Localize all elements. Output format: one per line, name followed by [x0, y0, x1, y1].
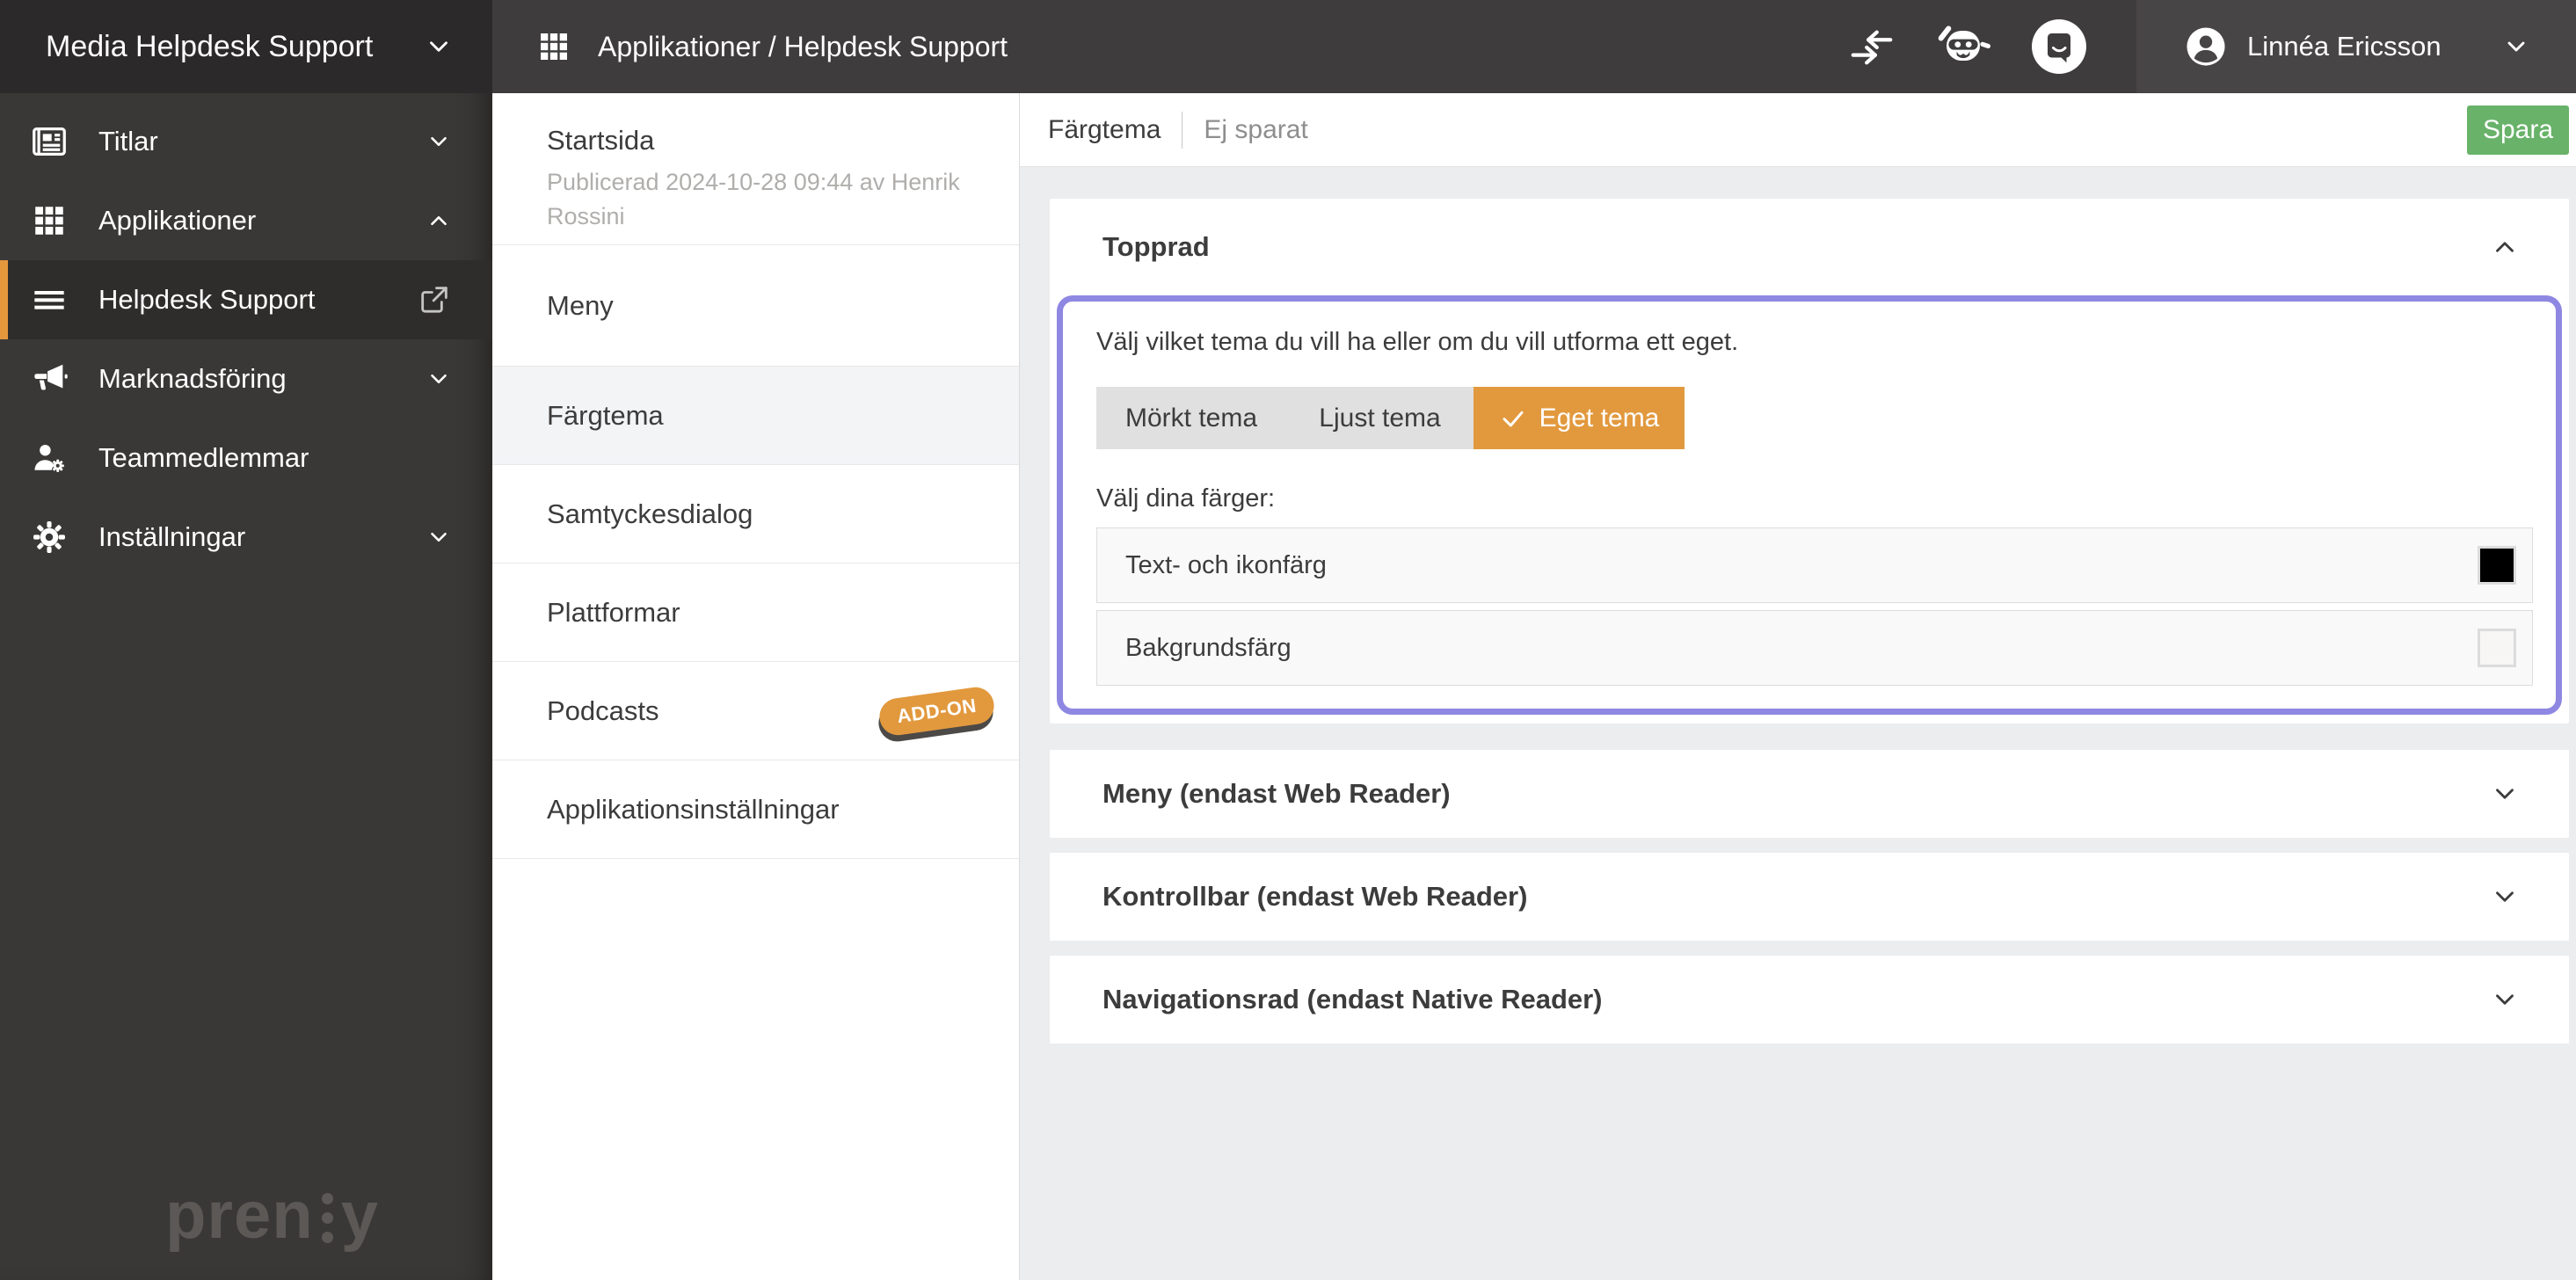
subnav-item-samtyckesdialog[interactable]: Samtyckesdialog: [492, 465, 1019, 564]
theme-description: Välj vilket tema du vill ha eller om du …: [1096, 328, 1739, 356]
page-title: Färgtema: [1048, 114, 1161, 144]
panel-kontrollbar-web-reader[interactable]: Kontrollbar (endast Web Reader): [1050, 853, 2569, 941]
check-icon: [1499, 404, 1527, 433]
workspace-switcher[interactable]: Media Helpdesk Support: [0, 0, 492, 93]
grid-icon: [536, 29, 571, 64]
subnav-item-plattformar[interactable]: Plattformar: [492, 564, 1019, 662]
workspace-name: Media Helpdesk Support: [46, 29, 374, 63]
sidebar-item-label: Helpdesk Support: [98, 284, 316, 315]
user-gear-icon: [0, 439, 98, 477]
theme-option-custom[interactable]: Eget tema: [1474, 387, 1685, 449]
subnav-item-startsida[interactable]: Startsida Publicerad 2024-10-28 09:44 av…: [492, 93, 1019, 245]
chevron-down-icon: [424, 32, 454, 62]
sidebar-item-applikationer[interactable]: Applikationer: [0, 181, 492, 260]
support-chat-icon[interactable]: [2031, 18, 2087, 75]
chevron-up-icon: [426, 207, 452, 234]
sidebar-item-installningar[interactable]: Inställningar: [0, 498, 492, 577]
main-sidebar: Media Helpdesk Support Titlar Applikatio…: [0, 0, 492, 1280]
grid-icon: [0, 202, 98, 239]
panel-meny-web-reader[interactable]: Meny (endast Web Reader): [1050, 750, 2569, 838]
color-row-background[interactable]: Bakgrundsfärg: [1096, 610, 2533, 686]
gear-icon: [0, 518, 98, 556]
chevron-down-icon: [426, 128, 452, 155]
highlighted-section: Välj vilket tema du vill ha eller om du …: [1057, 295, 2562, 715]
menu-lines-icon: [0, 282, 98, 317]
panel-navigationsrad-native-reader[interactable]: Navigationsrad (endast Native Reader): [1050, 956, 2569, 1044]
bot-icon[interactable]: [1934, 21, 1992, 72]
subnav-item-label: Samtyckesdialog: [547, 498, 753, 529]
subnav-item-label: Färgtema: [547, 399, 664, 431]
color-row-label: Text- och ikonfärg: [1125, 550, 1327, 579]
color-row-text-icon[interactable]: Text- och ikonfärg: [1096, 527, 2533, 603]
subnav-item-podcasts[interactable]: Podcasts ADD-ON: [492, 662, 1019, 760]
sidebar-item-helpdesk-support[interactable]: Helpdesk Support: [0, 260, 492, 339]
save-button[interactable]: Spara: [2467, 105, 2569, 155]
accordion-title: Kontrollbar (endast Web Reader): [1102, 881, 1528, 912]
theme-option-light[interactable]: Ljust tema: [1286, 387, 1474, 449]
publish-status: Publicerad 2024-10-28 09:44 av Henrik Ro…: [547, 169, 960, 229]
sidebar-item-label: Teammedlemmar: [98, 442, 309, 473]
subnav-item-label: Podcasts: [547, 695, 659, 726]
logo-text-pre: pren: [165, 1178, 314, 1253]
accordion-header-topprad[interactable]: Topprad: [1050, 199, 2569, 295]
sidebar-item-label: Inställningar: [98, 521, 246, 552]
subnav-item-applikationsinstallningar[interactable]: Applikationsinställningar: [492, 760, 1019, 859]
logo-text-post: y: [340, 1178, 379, 1253]
sidebar-item-marknadsforing[interactable]: Marknadsföring: [0, 339, 492, 418]
accordion-title: Meny (endast Web Reader): [1102, 778, 1451, 809]
chevron-down-icon: [426, 366, 452, 392]
save-status: Ej sparat: [1204, 114, 1308, 144]
addon-badge: ADD-ON: [877, 684, 997, 738]
chevron-down-icon: [2490, 985, 2520, 1015]
color-row-label: Bakgrundsfärg: [1125, 633, 1292, 662]
chevron-down-icon: [426, 524, 452, 550]
page-header: Färgtema Ej sparat Spara: [1020, 93, 2576, 167]
color-swatch-text-icon[interactable]: [2478, 546, 2516, 585]
chevron-up-icon: [2490, 232, 2520, 262]
chevron-down-icon: [2490, 779, 2520, 809]
megaphone-icon: [0, 359, 98, 399]
theme-option-dark[interactable]: Mörkt tema: [1096, 387, 1286, 449]
newspaper-icon: [0, 121, 98, 162]
topbar-icons: [1848, 18, 2087, 75]
theme-selector: Mörkt tema Ljust tema Eget tema: [1096, 387, 1685, 449]
collapse-arrows-icon[interactable]: [1848, 23, 1896, 70]
main-content: Färgtema Ej sparat Spara Topprad Välj vi…: [1020, 93, 2576, 1280]
app-section-nav: Startsida Publicerad 2024-10-28 09:44 av…: [492, 93, 1020, 1280]
color-swatch-background[interactable]: [2478, 629, 2516, 667]
sidebar-item-teammedlemmar[interactable]: Teammedlemmar: [0, 418, 492, 498]
chevron-down-icon: [2490, 882, 2520, 912]
sidebar-nav: Titlar Applikationer Helpdesk Support Ma…: [0, 93, 492, 577]
sidebar-item-label: Marknadsföring: [98, 363, 287, 394]
subnav-item-fargtema[interactable]: Färgtema: [492, 367, 1019, 465]
sidebar-item-label: Applikationer: [98, 205, 257, 236]
subnav-item-label: Plattformar: [547, 596, 680, 628]
panel-topprad: Topprad Välj vilket tema du vill ha elle…: [1050, 199, 2569, 724]
subnav-item-label: Meny: [547, 289, 614, 321]
breadcrumb: Applikationer / Helpdesk Support: [492, 29, 1848, 64]
accordion-title: Navigationsrad (endast Native Reader): [1102, 984, 1603, 1015]
theme-option-label: Eget tema: [1539, 403, 1660, 433]
colors-label: Välj dina färger:: [1096, 484, 1276, 513]
breadcrumb-text: Applikationer / Helpdesk Support: [598, 30, 1008, 62]
user-menu[interactable]: Linnéa Ericsson: [2136, 0, 2576, 93]
subnav-item-label: Applikationsinställningar: [547, 793, 840, 825]
sidebar-item-titlar[interactable]: Titlar: [0, 102, 492, 181]
subnav-item-meny[interactable]: Meny: [492, 245, 1019, 367]
external-link-icon[interactable]: [417, 282, 452, 317]
prenly-logo: pren y: [165, 1177, 379, 1254]
user-name: Linnéa Ericsson: [2247, 31, 2441, 62]
settings-panels: Topprad Välj vilket tema du vill ha elle…: [1020, 167, 2576, 1044]
accordion-title: Topprad: [1102, 231, 1210, 262]
top-bar: Applikationer / Helpdesk Support Linnéa …: [492, 0, 2576, 93]
subnav-item-label: Startsida: [547, 125, 655, 156]
logo-dots: [321, 1188, 333, 1243]
sidebar-item-label: Titlar: [98, 126, 158, 156]
user-circle-icon: [2186, 26, 2226, 67]
chevron-down-icon: [2502, 33, 2530, 61]
